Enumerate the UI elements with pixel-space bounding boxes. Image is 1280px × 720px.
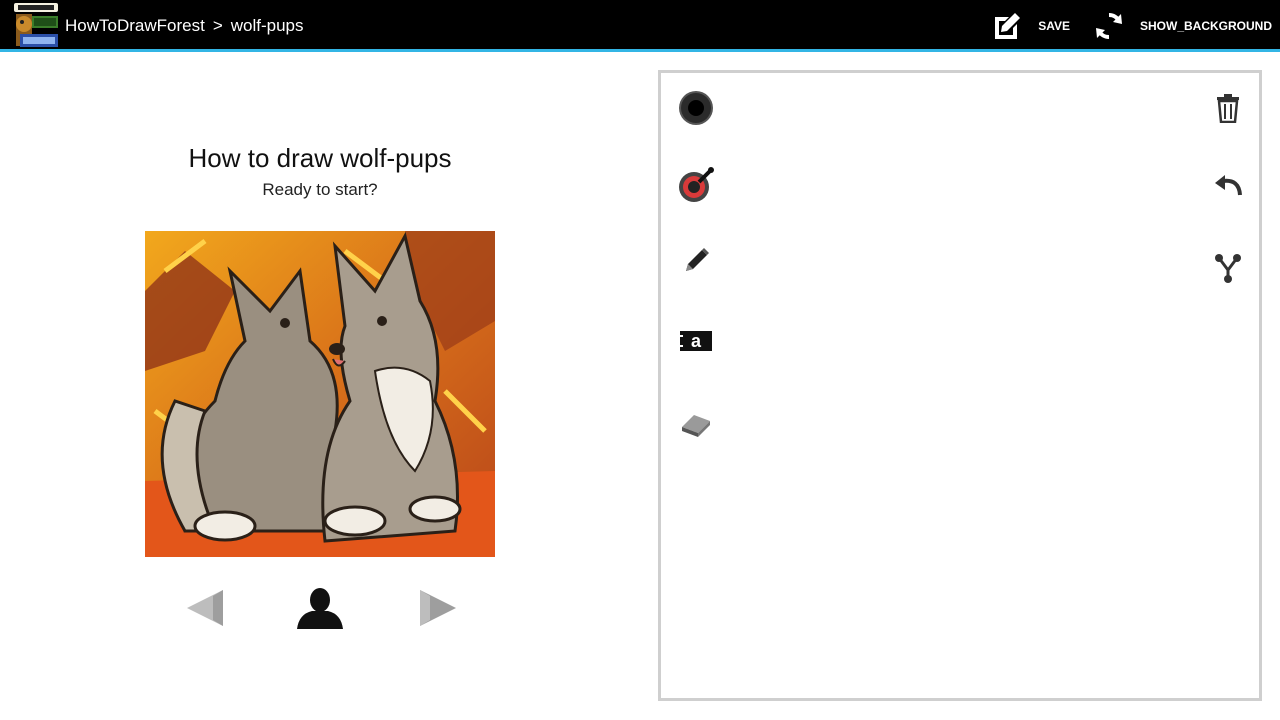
color-picker-icon bbox=[677, 166, 715, 209]
brush-size-button[interactable] bbox=[674, 88, 718, 132]
save-icon bbox=[990, 9, 1024, 43]
text-icon: a bbox=[677, 325, 715, 362]
undo-button[interactable] bbox=[1206, 168, 1250, 212]
pencil-icon bbox=[680, 245, 712, 282]
next-arrow-icon bbox=[416, 588, 460, 633]
save-label: SAVE bbox=[1038, 19, 1070, 33]
breadcrumb-current: wolf-pups bbox=[230, 16, 304, 35]
show-background-label: SHOW_BACKGROUND bbox=[1140, 19, 1272, 33]
svg-text:a: a bbox=[691, 331, 702, 351]
lesson-title: How to draw wolf-pups bbox=[188, 143, 452, 173]
save-button[interactable]: SAVE bbox=[990, 0, 1070, 52]
lesson-image bbox=[145, 231, 495, 557]
color-picker-button[interactable] bbox=[674, 165, 718, 209]
refresh-icon bbox=[1092, 9, 1126, 43]
author-button[interactable] bbox=[295, 585, 345, 635]
lesson-pane: How to draw wolf-pups Ready to start? bbox=[0, 55, 640, 720]
trash-icon bbox=[1215, 93, 1241, 128]
undo-icon bbox=[1213, 174, 1243, 206]
next-step-button[interactable] bbox=[413, 585, 463, 635]
person-icon bbox=[295, 586, 345, 635]
eraser-icon bbox=[678, 407, 714, 444]
breadcrumb-separator: > bbox=[212, 16, 223, 35]
lesson-subtitle: Ready to start? bbox=[262, 180, 378, 199]
app-logo[interactable] bbox=[10, 2, 62, 49]
clear-canvas-button[interactable] bbox=[1206, 88, 1250, 132]
share-icon bbox=[1214, 253, 1242, 288]
breadcrumb-root[interactable]: HowToDrawForest bbox=[65, 16, 205, 36]
eraser-button[interactable] bbox=[674, 403, 718, 447]
show-background-button[interactable]: SHOW_BACKGROUND bbox=[1092, 0, 1272, 52]
drawing-canvas[interactable]: a bbox=[658, 70, 1262, 701]
action-bar: HowToDrawForest > wolf-pups SAVE SHOW_BA… bbox=[0, 0, 1280, 52]
brush-size-icon bbox=[677, 89, 715, 132]
pencil-button[interactable] bbox=[674, 241, 718, 285]
previous-arrow-icon bbox=[183, 588, 227, 633]
action-buttons: SAVE SHOW_BACKGROUND bbox=[990, 0, 1272, 52]
text-tool-button[interactable]: a bbox=[674, 321, 718, 365]
breadcrumb: HowToDrawForest > wolf-pups bbox=[65, 0, 304, 52]
previous-step-button[interactable] bbox=[180, 585, 230, 635]
share-button[interactable] bbox=[1206, 248, 1250, 292]
